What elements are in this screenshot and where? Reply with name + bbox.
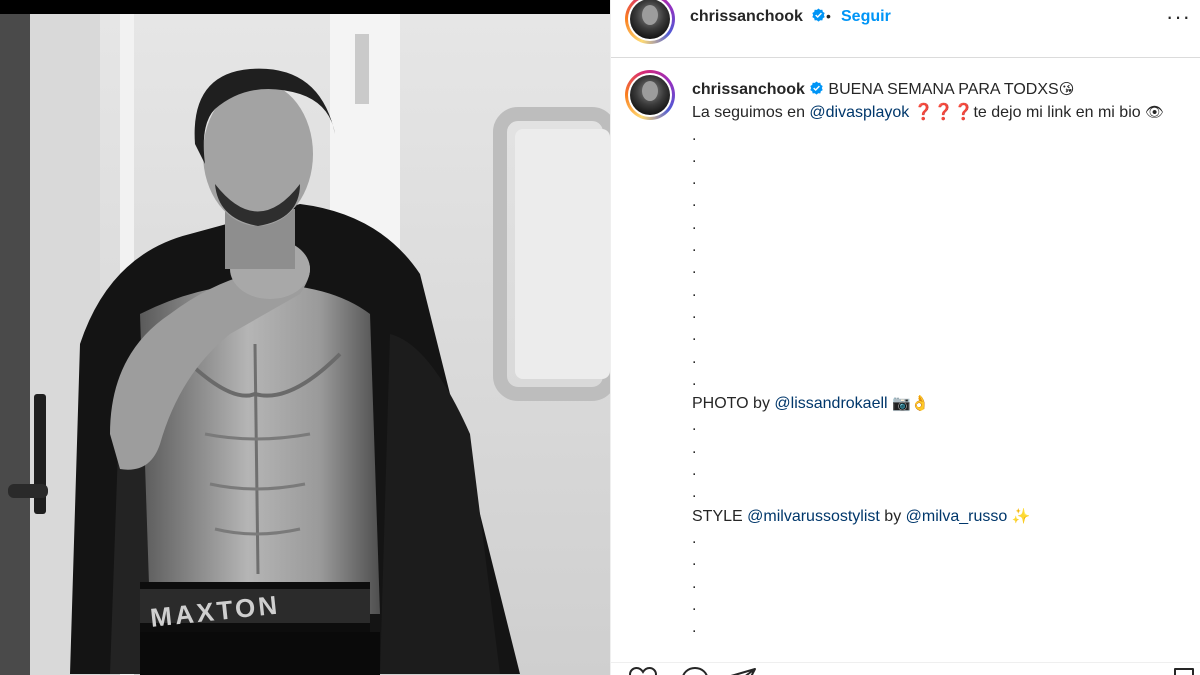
post-header: chrissanchook • Seguir ··· [611, 0, 1200, 58]
photo-credit-prefix: PHOTO by [692, 395, 775, 413]
verified-icon [810, 81, 823, 95]
question-marks-emoji: ❓❓❓ [913, 102, 974, 122]
dot-line: . [692, 126, 697, 144]
dots-block-a: . . . . . . . . . . . . [692, 125, 1192, 393]
post-action-bar [611, 662, 1200, 675]
caption-line2-prefix: La seguimos en [692, 104, 810, 122]
mention-milva-russo[interactable]: @milva_russo [906, 508, 1008, 525]
post-side-panel: chrissanchook • Seguir ··· chrissanchook… [610, 0, 1200, 675]
dot-line: . [692, 529, 697, 547]
caption-avatar-image [630, 75, 670, 115]
dots-block-b: . . . . [692, 415, 1192, 504]
caption-line2-suffix: te dejo mi link en mi bio [973, 104, 1141, 122]
dot-line: . [692, 462, 697, 480]
post-photo[interactable]: MAXTON [0, 14, 610, 675]
dot-line: . [692, 596, 697, 614]
caption-avatar[interactable] [625, 70, 675, 120]
camera-ok-emoji: 📷👌 [892, 394, 930, 413]
mention-divasplayok[interactable]: @divasplayok [809, 104, 909, 121]
dot-line: . [692, 552, 697, 570]
dot-line: . [692, 171, 697, 189]
avatar-image [630, 0, 670, 39]
dot-line: . [692, 238, 697, 256]
share-icon[interactable] [729, 667, 757, 675]
style-credit-line: STYLE @milvarussostylist by @milva_russo… [692, 505, 1192, 528]
dot-line: . [692, 327, 697, 345]
caption-headline: BUENA SEMANA PARA TODXS [828, 81, 1059, 98]
dots-block-c: . . . . . [692, 528, 1192, 639]
follow-button[interactable]: Seguir [841, 8, 891, 26]
style-credit-prefix: STYLE [692, 507, 748, 525]
dot-line: . [692, 619, 697, 637]
heart-icon[interactable] [629, 667, 657, 675]
dot-line: . [692, 574, 697, 592]
dot-line: . [692, 148, 697, 166]
caption-text: chrissanchook BUENA SEMANA PARA TODXS😘 L… [692, 78, 1192, 639]
caption-username[interactable]: chrissanchook [692, 81, 805, 98]
dot-line: . [692, 282, 697, 300]
more-options-icon[interactable]: ··· [1166, 4, 1191, 30]
sparkles-emoji: ✨ [1011, 506, 1031, 525]
verified-icon [812, 8, 826, 22]
dot-line: . [692, 417, 697, 435]
dot-line: . [692, 193, 697, 211]
dot-line: . [692, 484, 697, 502]
kiss-emoji: 😘 [1058, 80, 1075, 98]
dot-line: . [692, 260, 697, 278]
bookmark-icon[interactable] [1173, 667, 1195, 675]
photo-credit-line: PHOTO by @lissandrokaell 📷👌 [692, 392, 1192, 415]
post-caption: chrissanchook BUENA SEMANA PARA TODXS😘 L… [611, 58, 1200, 658]
mention-milvarussostylist[interactable]: @milvarussostylist [747, 508, 880, 525]
dot-line: . [692, 439, 697, 457]
comment-icon[interactable] [681, 667, 709, 675]
dot-line: . [692, 371, 697, 389]
eye-emoji: 👁 [1145, 103, 1165, 122]
dot-line: . [692, 349, 697, 367]
author-username-text[interactable]: chrissanchook [690, 8, 803, 25]
mention-lissandrokaell[interactable]: @lissandrokaell [774, 395, 887, 412]
dot-line: . [692, 215, 697, 233]
post-media[interactable]: MAXTON [0, 0, 610, 675]
author-avatar[interactable] [625, 0, 675, 44]
caption-line-1: chrissanchook BUENA SEMANA PARA TODXS😘 [692, 78, 1192, 101]
media-top-bar [0, 0, 610, 14]
author-username[interactable]: chrissanchook [690, 8, 826, 26]
style-credit-mid: by [879, 507, 906, 525]
separator-dot: • [826, 8, 831, 24]
caption-line-2: La seguimos en @divasplayok ❓❓❓te dejo m… [692, 101, 1192, 124]
dot-line: . [692, 304, 697, 322]
photo-illustration: MAXTON [0, 14, 610, 675]
